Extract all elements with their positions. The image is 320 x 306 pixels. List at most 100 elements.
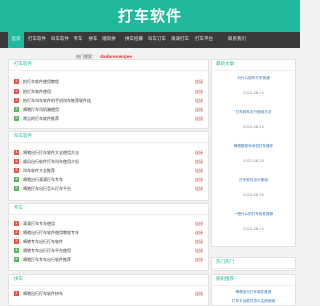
item-action[interactable]: 连接 xyxy=(195,149,203,156)
list-item[interactable]: 5 嘀嗒打车专车出行软件推荐 连接 xyxy=(14,256,203,264)
rank-badge: 4 xyxy=(14,107,19,112)
rank-badge: 1 xyxy=(14,79,19,84)
section-title[interactable]: 专车 xyxy=(9,204,208,215)
item-title[interactable]: 嘀嗒专车出行打车平台使用 xyxy=(23,247,71,254)
nav-item-1[interactable]: 打车软件 xyxy=(25,32,49,48)
item-action[interactable]: 连接 xyxy=(195,176,203,183)
nav-item-2[interactable]: 叫车软件 xyxy=(50,32,70,48)
rank-badge: 5 xyxy=(14,116,19,121)
rank-badge: 4 xyxy=(14,177,19,182)
item-action[interactable]: 连接 xyxy=(195,88,203,95)
nav-item-8[interactable]: 滴滴打车 xyxy=(170,32,190,48)
item-title[interactable]: 常见的打车软件推荐 xyxy=(23,115,59,122)
item-title[interactable]: 顺风出行软件打车叫车使用介绍 xyxy=(23,158,79,165)
item-action[interactable]: 连接 xyxy=(195,115,203,122)
list-item[interactable]: 4 嘀嗒出行滴滴打车专车 连接 xyxy=(14,176,203,184)
list-item[interactable]: 5 常见的打车软件推荐 连接 xyxy=(14,115,203,123)
item-action[interactable]: 连接 xyxy=(195,106,203,113)
recent-link[interactable]: 嘀嗒顺风车司机打车操作 xyxy=(212,144,295,149)
item-title[interactable]: 拍打车软件使用教程 xyxy=(23,78,59,85)
list-item[interactable]: 2 嘀嗒出行打车软件使用教程专车 连接 xyxy=(14,229,203,237)
rank-badge: 4 xyxy=(14,248,19,253)
sidebar-title: 最新文章 xyxy=(212,60,295,71)
list-item[interactable]: 2 拍打车软件使用 连接 xyxy=(14,88,203,96)
item-action[interactable]: 连接 xyxy=(195,158,203,165)
item-action[interactable]: 连接 xyxy=(195,238,203,245)
list-item[interactable]: 1 嘀嗒出行打车软件拼车 连接 xyxy=(14,290,203,298)
item-title[interactable]: 嘀嗒打车司机端使用 xyxy=(23,106,59,113)
item-title[interactable]: 嘀嗒专车出行打车软件 xyxy=(23,238,63,245)
rank-badge: 1 xyxy=(14,221,19,226)
section-title[interactable]: 叫车软件 xyxy=(9,132,208,143)
nav-item-4[interactable]: 拼车 xyxy=(86,32,100,48)
item-title[interactable]: 滴滴打车专车使用 xyxy=(23,220,55,227)
list-item[interactable]: 5 嘀嗒打车出行怎么打车平台 连接 xyxy=(14,185,203,193)
rank-badge: 2 xyxy=(14,159,19,164)
item-action[interactable]: 连接 xyxy=(195,290,203,297)
section-title[interactable]: 打车软件 xyxy=(9,60,208,71)
list-item[interactable]: 1 滴滴打车专车使用 连接 xyxy=(14,220,203,228)
sidebar-title: 热门热门 xyxy=(212,258,295,269)
rank-badge: 3 xyxy=(14,239,19,244)
recent-date: 2022-08-15 xyxy=(243,159,264,163)
list-item[interactable]: 3 嘀嗒专车出行打车软件 连接 xyxy=(14,238,203,246)
site-header: 打车软件 xyxy=(0,0,300,32)
sidebar-links: 随机推荐 嘀嗒出行打车软件推荐 打车平台软件怎么注册使用 xyxy=(211,274,296,306)
list-item[interactable]: 4 嘀嗒打车司机端使用 连接 xyxy=(14,106,203,114)
rank-badge: 1 xyxy=(14,291,19,296)
recent-link[interactable]: 一嗒什么的打车软件推荐 xyxy=(212,212,295,217)
item-action[interactable]: 连接 xyxy=(195,78,203,85)
item-title[interactable]: 嘀嗒出行打车软件使用教程专车 xyxy=(23,229,79,236)
sidebar-title: 随机推荐 xyxy=(212,275,295,286)
rank-badge: 5 xyxy=(14,186,19,191)
recommend-link[interactable]: 嘀嗒出行打车软件推荐 xyxy=(212,290,295,295)
rank-badge: 2 xyxy=(14,89,19,94)
item-action[interactable]: 连接 xyxy=(195,220,203,227)
list-item[interactable]: 1 拍打车软件使用教程 连接 xyxy=(14,78,203,86)
site-title[interactable]: 打车软件 xyxy=(0,6,300,26)
recent-link[interactable]: 为什么用车打车快速 xyxy=(212,76,295,81)
nav-item-10[interactable]: 联系我们 xyxy=(225,32,249,48)
list-item[interactable]: 3 拍打车叫车软件的手机叫车推荐软件连 连接 xyxy=(14,97,203,105)
list-item[interactable]: 2 顺风出行软件打车叫车使用介绍 连接 xyxy=(14,158,203,166)
nav-item-7[interactable]: 叫车订车 xyxy=(147,32,167,48)
rank-badge: 3 xyxy=(14,98,19,103)
item-title[interactable]: 拍打车软件使用 xyxy=(23,88,51,95)
rank-badge: 2 xyxy=(14,230,19,235)
recent-date: 2022-08-15 xyxy=(243,91,264,95)
recent-link[interactable]: 打车软件出行使用 xyxy=(212,178,295,183)
item-action[interactable]: 连接 xyxy=(195,185,203,192)
nav-item-home[interactable]: 首页 xyxy=(8,32,24,48)
recent-date: 2022-08-15 xyxy=(243,227,264,231)
section-panel-4: 拼车 1 嘀嗒出行打车软件拼车 连接 xyxy=(8,274,209,306)
section-title[interactable]: 拼车 xyxy=(9,275,208,286)
item-title[interactable]: 拍打车叫车软件的手机叫车推荐软件连 xyxy=(23,97,91,104)
sidebar-recent: 最新文章 为什么用车打车快速 2022-08-15 打车软件出行使用方法 202… xyxy=(211,59,296,247)
nav-item-6[interactable]: 拼车招募 xyxy=(123,32,145,48)
section-panel-3: 专车 1 滴滴打车专车使用 连接 2 嘀嗒出行打车软件使用教程专车 连接 3 嘀嗒专车出行… xyxy=(8,203,209,271)
list-item[interactable]: 4 嘀嗒专车出行打车平台使用 连接 xyxy=(14,247,203,255)
item-action[interactable]: 连接 xyxy=(195,229,203,236)
item-title[interactable]: 嘀嗒出行打车软件大全使用方法 xyxy=(23,149,79,156)
item-action[interactable]: 连接 xyxy=(195,167,203,174)
section-panel-2: 叫车软件 1 嘀嗒出行打车软件大全使用方法 连接 2 顺风出行软件打车叫车使用介绍 连接… xyxy=(8,131,209,201)
rank-badge: 5 xyxy=(14,257,19,262)
nav-item-9[interactable]: 打车平台 xyxy=(194,32,214,48)
item-title[interactable]: 嘀嗒出行滴滴打车专车 xyxy=(23,176,63,183)
list-item[interactable]: 1 嘀嗒出行打车软件大全使用方法 连接 xyxy=(14,149,203,157)
nav-item-5[interactable]: 顺风拼车 xyxy=(101,32,117,58)
rank-badge: 3 xyxy=(14,168,19,173)
item-title[interactable]: 嘀嗒出行打车软件拼车 xyxy=(23,290,63,297)
item-title[interactable]: 嘀嗒打车出行怎么打车平台 xyxy=(23,185,71,192)
item-action[interactable]: 连接 xyxy=(195,97,203,104)
item-title[interactable]: 叫车软件大全推荐 xyxy=(23,167,55,174)
item-title[interactable]: 嘀嗒打车专车出行软件推荐 xyxy=(23,256,71,263)
nav-item-3[interactable]: 专车 xyxy=(71,32,85,48)
sidebar-hot: 热门热门 xyxy=(211,257,296,271)
recent-link[interactable]: 打车软件出行使用方法 xyxy=(212,110,295,115)
list-item[interactable]: 3 叫车软件大全推荐 连接 xyxy=(14,167,203,175)
recent-date: 2022-08-15 xyxy=(243,125,264,129)
item-action[interactable]: 连接 xyxy=(195,247,203,254)
section-panel-1: 打车软件 1 拍打车软件使用教程 连接 2 拍打车软件使用 连接 3 拍打车叫车软件的手机… xyxy=(8,59,209,129)
item-action[interactable]: 连接 xyxy=(195,256,203,263)
